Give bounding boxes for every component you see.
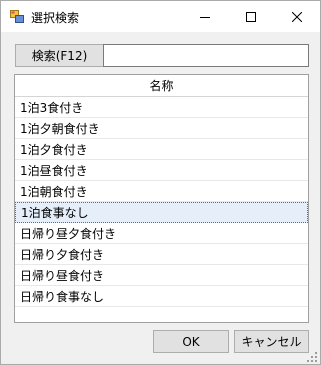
list-item[interactable]: 日帰り食事なし [15, 286, 308, 307]
search-input[interactable] [103, 44, 309, 67]
list-item[interactable]: 1泊夕食付き [15, 139, 308, 160]
title-bar[interactable]: 選択検索 [1, 1, 320, 32]
close-icon [292, 11, 302, 22]
list-item[interactable]: 日帰り昼夕食付き [15, 223, 308, 244]
list-item[interactable]: 日帰り昼食付き [15, 265, 308, 286]
close-button[interactable] [274, 1, 320, 32]
minimize-button[interactable] [182, 1, 228, 32]
list-item[interactable]: 1泊朝食付き [15, 181, 308, 202]
column-header-name[interactable]: 名称 [15, 75, 308, 97]
maximize-button[interactable] [228, 1, 274, 32]
minimize-icon [200, 16, 210, 18]
window-title: 選択検索 [31, 11, 80, 25]
dialog-window: 選択検索 検索(F12) 名称 1泊3食付き 1泊夕朝食付き 1泊夕食付き 1泊… [0, 0, 321, 365]
cancel-button[interactable]: キャンセル [234, 330, 309, 353]
app-icon [10, 10, 24, 23]
search-button[interactable]: 検索(F12) [15, 44, 104, 67]
list-item[interactable]: 日帰り夕食付き [15, 244, 308, 265]
list-item-selected[interactable]: 1泊食事なし [15, 202, 308, 223]
resize-grip-icon[interactable] [306, 351, 318, 363]
maximize-icon [246, 11, 256, 22]
results-grid[interactable]: 名称 1泊3食付き 1泊夕朝食付き 1泊夕食付き 1泊昼食付き 1泊朝食付き 1… [14, 74, 309, 323]
list-item[interactable]: 1泊夕朝食付き [15, 118, 308, 139]
list-item[interactable]: 1泊3食付き [15, 97, 308, 118]
list-item[interactable]: 1泊昼食付き [15, 160, 308, 181]
ok-button[interactable]: OK [153, 330, 229, 353]
